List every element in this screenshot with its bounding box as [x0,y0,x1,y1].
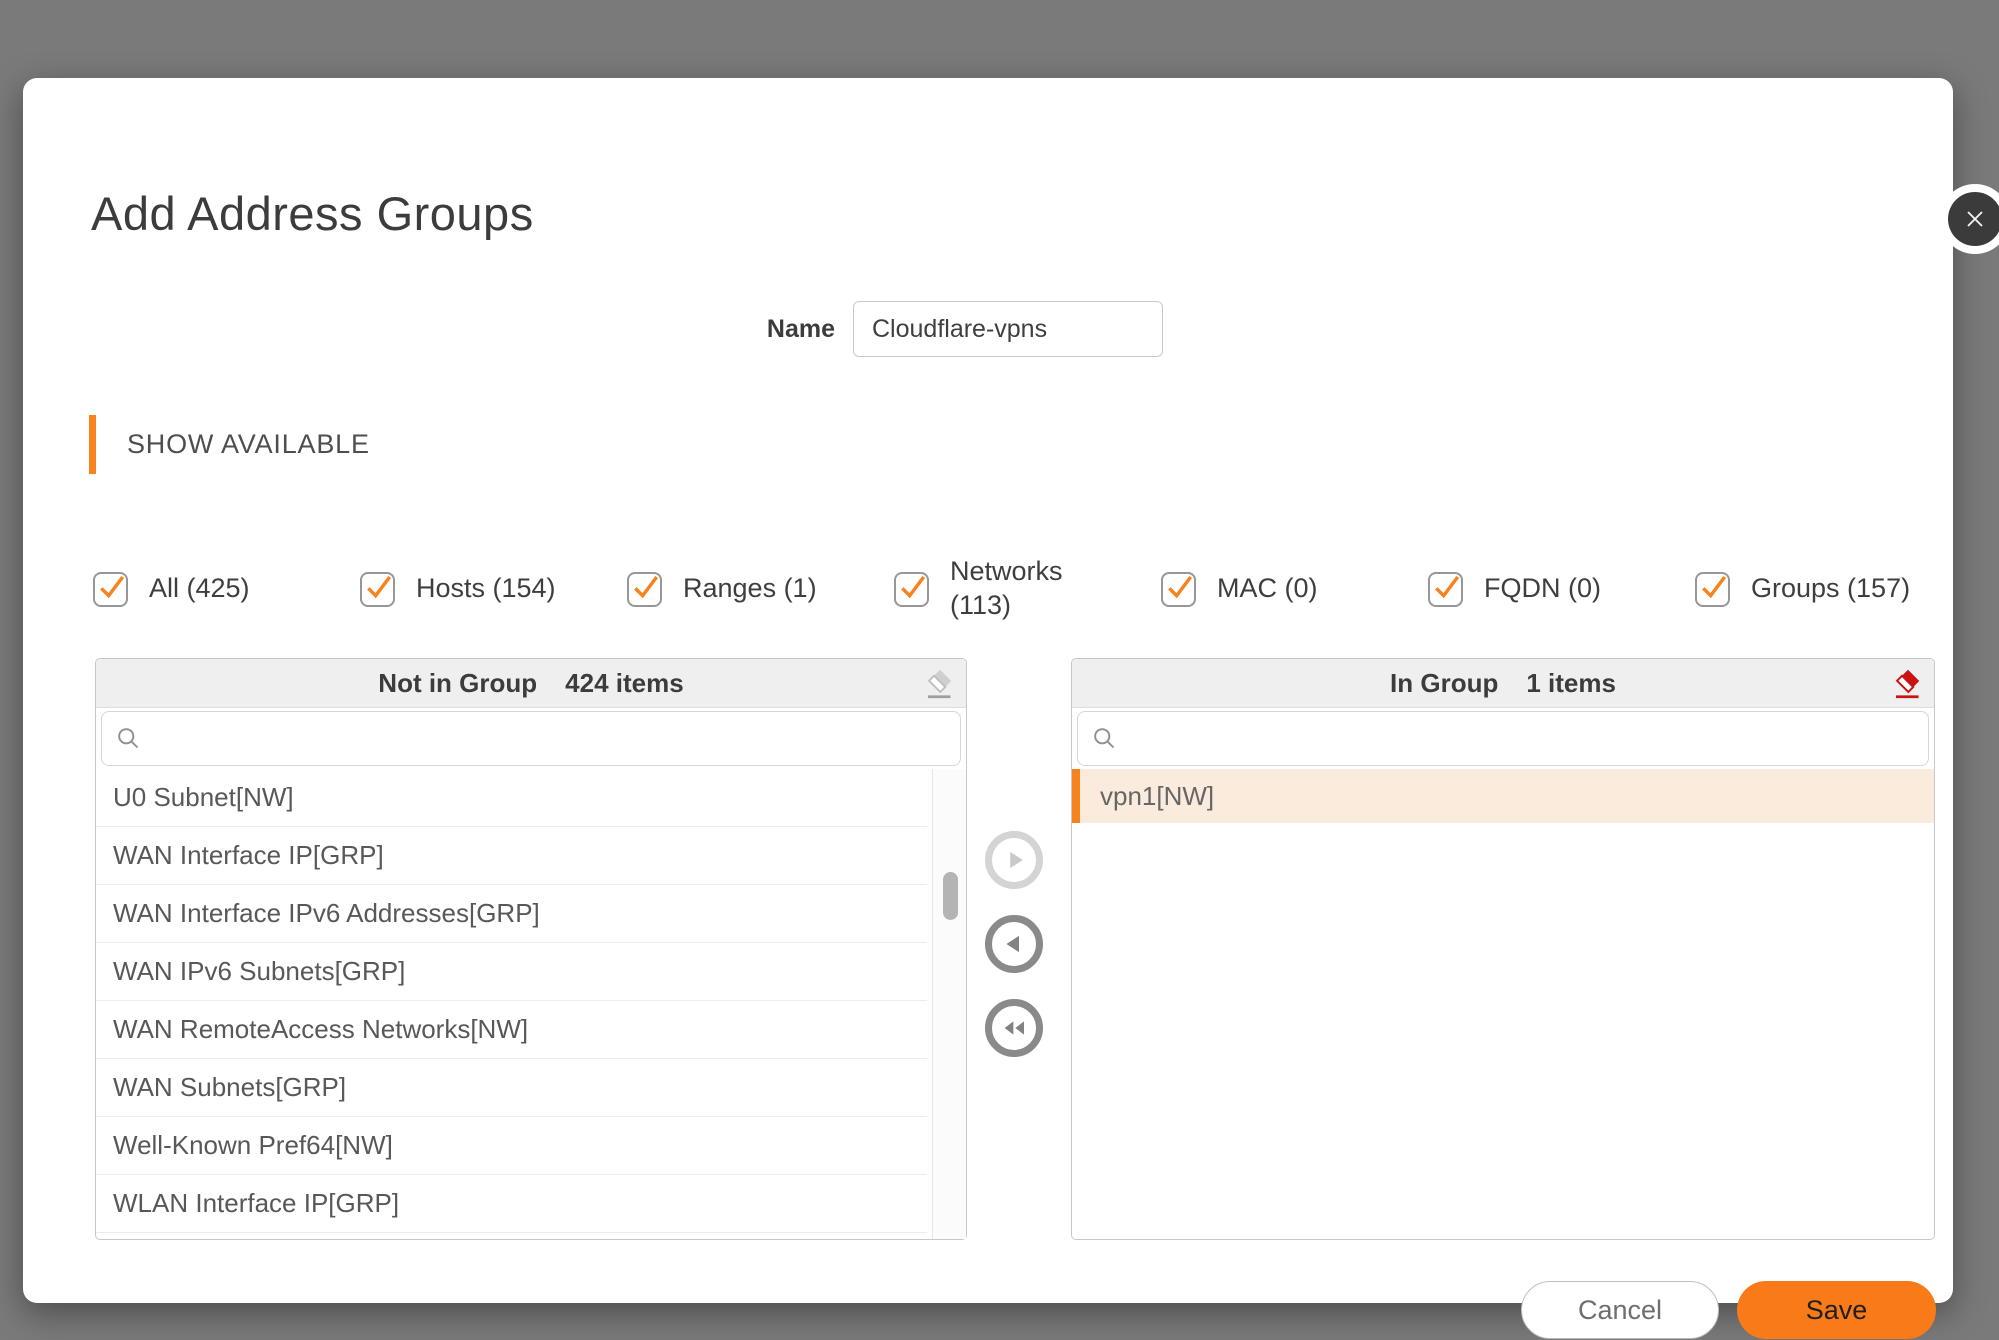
not-in-group-panel: Not in Group 424 items U0 Su [95,658,967,1240]
list-item[interactable]: WAN Interface IPv6 Addresses[GRP] [96,885,927,943]
checkbox-mac[interactable] [1161,572,1196,607]
not-in-group-search [101,711,961,766]
check-icon [1431,571,1463,603]
list-item[interactable]: WAN Interface IP[GRP] [96,827,927,885]
list-item[interactable]: WAN RemoteAccess Networks[NW] [96,1001,927,1059]
eraser-red-icon [1887,666,1923,702]
list-item[interactable]: WAN Subnets[GRP] [96,1059,927,1117]
checkbox-networks[interactable] [894,572,929,607]
in-group-panel: In Group 1 items vpn1[NW] [1071,658,1935,1240]
close-icon [1948,192,1999,246]
clear-selection-button[interactable] [918,665,956,703]
filter-label: MAC (0) [1217,572,1318,606]
list-item[interactable]: Well-Known Pref64[NW] [96,1117,927,1175]
panel-count: 1 items [1526,668,1616,699]
not-in-group-header: Not in Group 424 items [96,659,966,708]
add-address-groups-dialog: Add Address Groups Name SHOW AVAILABLE A… [23,78,1953,1303]
check-icon [897,571,929,603]
move-left-button[interactable] [985,915,1043,973]
arrow-double-left-icon [998,1012,1030,1044]
cancel-button[interactable]: Cancel [1521,1281,1719,1339]
modal-backdrop: Add Address Groups Name SHOW AVAILABLE A… [0,0,1999,1340]
arrow-right-icon [999,845,1029,875]
search-input[interactable] [1128,718,1928,760]
section-label: SHOW AVAILABLE [127,415,370,474]
list-item[interactable]: U0 Subnet[NW] [96,769,927,827]
filter-label: Hosts (154) [416,572,556,606]
name-input[interactable] [853,301,1163,357]
search-input[interactable] [152,718,960,760]
checkbox-all[interactable] [93,572,128,607]
panel-title: Not in Group [378,668,537,699]
save-button[interactable]: Save [1737,1281,1936,1339]
not-in-group-list: U0 Subnet[NW] WAN Interface IP[GRP] WAN … [96,769,966,1239]
check-icon [1698,571,1730,603]
clear-group-button[interactable] [1886,665,1924,703]
filter-label: FQDN (0) [1484,572,1601,606]
in-group-list: vpn1[NW] [1072,769,1934,1239]
filter-label: All (425) [149,572,250,606]
search-icon [115,725,142,752]
selected-list-item[interactable]: vpn1[NW] [1072,769,1934,823]
eraser-icon [919,666,955,702]
filter-networks: Networks (113) [894,555,1161,623]
in-group-header: In Group 1 items [1072,659,1934,708]
panel-title: In Group [1390,668,1498,699]
checkbox-fqdn[interactable] [1428,572,1463,607]
name-label: Name [739,301,835,357]
search-icon [1091,725,1118,752]
move-right-button[interactable] [985,831,1043,889]
filter-ranges: Ranges (1) [627,572,894,607]
filter-label: Groups (157) [1751,572,1910,606]
filter-label: Ranges (1) [683,572,817,606]
filter-row: All (425) Hosts (154) Ranges (1) Network… [93,533,1973,645]
checkbox-groups[interactable] [1695,572,1730,607]
panel-count: 424 items [565,668,684,699]
check-icon [630,571,662,603]
scrollbar-thumb[interactable] [943,872,958,920]
move-all-left-button[interactable] [985,999,1043,1057]
check-icon [1164,571,1196,603]
check-icon [363,571,395,603]
scrollbar-track[interactable] [932,769,966,1239]
filter-mac: MAC (0) [1161,572,1428,607]
in-group-search [1077,711,1929,766]
filter-label: Networks (113) [950,555,1125,623]
filter-hosts: Hosts (154) [360,572,627,607]
page-title: Add Address Groups [91,186,534,241]
close-button[interactable] [1940,184,1999,254]
filter-all: All (425) [93,572,360,607]
filter-fqdn: FQDN (0) [1428,572,1695,607]
checkbox-ranges[interactable] [627,572,662,607]
arrow-left-icon [999,929,1029,959]
check-icon [96,571,128,603]
list-item[interactable]: WLAN Interface IP[GRP] [96,1175,927,1233]
section-accent-bar [89,415,96,474]
list-item[interactable]: WAN IPv6 Subnets[GRP] [96,943,927,1001]
checkbox-hosts[interactable] [360,572,395,607]
filter-groups: Groups (157) [1695,572,1962,607]
